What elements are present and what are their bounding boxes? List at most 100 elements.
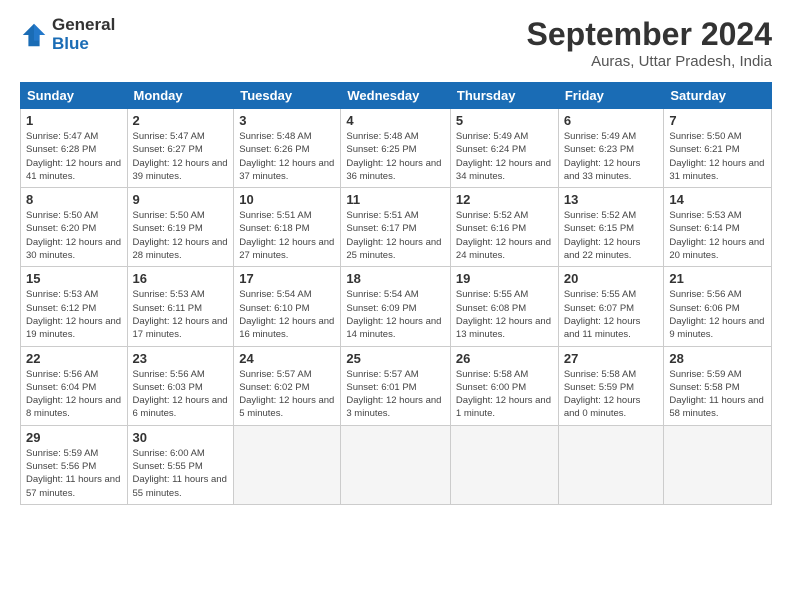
logo-text: General Blue <box>52 16 115 53</box>
calendar-header-sunday: Sunday <box>21 83 128 109</box>
calendar-week-2: 8Sunrise: 5:50 AMSunset: 6:20 PMDaylight… <box>21 188 772 267</box>
calendar-cell-day-5: 5 Sunrise: 5:49 AMSunset: 6:24 PMDaylight… <box>450 109 558 188</box>
day-number: 10 <box>239 192 335 207</box>
day-number: 30 <box>133 430 229 445</box>
cell-info: Sunrise: 5:56 AMSunset: 6:03 PMDaylight:… <box>133 368 229 421</box>
calendar-header-tuesday: Tuesday <box>234 83 341 109</box>
calendar-cell-day-7: 7Sunrise: 5:50 AMSunset: 6:21 PMDaylight… <box>664 109 772 188</box>
calendar-cell-day-13: 13 Sunrise: 5:52 AMSunset: 6:15 PMDayligh… <box>558 188 664 267</box>
calendar-week-3: 15 Sunrise: 5:53 AMSunset: 6:12 PMDayligh… <box>21 267 772 346</box>
calendar-cell-day-24: 24Sunrise: 5:57 AMSunset: 6:02 PMDayligh… <box>234 346 341 425</box>
calendar-cell-day-16: 16Sunrise: 5:53 AMSunset: 6:11 PMDayligh… <box>127 267 234 346</box>
cell-info: Sunrise: 5:51 AMSunset: 6:17 PMDaylight:… <box>346 209 445 262</box>
day-number: 17 <box>239 271 335 286</box>
cell-info: Sunrise: 5:56 AMSunset: 6:04 PMDaylight:… <box>26 368 122 421</box>
day-number: 20 <box>564 271 659 286</box>
day-number: 1 <box>26 113 122 128</box>
day-number: 18 <box>346 271 445 286</box>
cell-info: Sunrise: 5:55 AMSunset: 6:08 PMDaylight:… <box>456 288 553 341</box>
calendar-cell-day-6: 6 Sunrise: 5:49 AMSunset: 6:23 PMDaylight… <box>558 109 664 188</box>
cell-info: Sunrise: 5:53 AMSunset: 6:12 PMDaylight:… <box>26 288 122 341</box>
day-number: 27 <box>564 351 659 366</box>
calendar-cell-day-30: 30 Sunrise: 6:00 AMSunset: 5:55 PMDayligh… <box>127 425 234 504</box>
logo-general: General <box>52 16 115 35</box>
day-number: 23 <box>133 351 229 366</box>
calendar-cell-day-29: 29Sunrise: 5:59 AMSunset: 5:56 PMDayligh… <box>21 425 128 504</box>
cell-info: Sunrise: 5:48 AMSunset: 6:26 PMDaylight:… <box>239 130 335 183</box>
calendar-cell-empty <box>234 425 341 504</box>
day-number: 11 <box>346 192 445 207</box>
calendar-cell-empty <box>341 425 451 504</box>
calendar-cell-day-28: 28 Sunrise: 5:59 AMSunset: 5:58 PMDayligh… <box>664 346 772 425</box>
day-number: 5 <box>456 113 553 128</box>
day-number: 12 <box>456 192 553 207</box>
header: General Blue September 2024 Auras, Uttar… <box>20 16 772 70</box>
calendar-header-row: SundayMondayTuesdayWednesdayThursdayFrid… <box>21 83 772 109</box>
cell-info: Sunrise: 5:54 AMSunset: 6:09 PMDaylight:… <box>346 288 445 341</box>
cell-info: Sunrise: 5:47 AMSunset: 6:27 PMDaylight:… <box>133 130 229 183</box>
title-area: September 2024 Auras, Uttar Pradesh, Ind… <box>527 16 772 70</box>
logo-icon <box>20 21 48 49</box>
cell-info: Sunrise: 5:47 AMSunset: 6:28 PMDaylight:… <box>26 130 122 183</box>
day-number: 26 <box>456 351 553 366</box>
calendar-week-4: 22 Sunrise: 5:56 AMSunset: 6:04 PMDayligh… <box>21 346 772 425</box>
cell-info: Sunrise: 5:56 AMSunset: 6:06 PMDaylight:… <box>669 288 766 341</box>
location: Auras, Uttar Pradesh, India <box>527 53 772 70</box>
day-number: 22 <box>26 351 122 366</box>
calendar-header-wednesday: Wednesday <box>341 83 451 109</box>
calendar-cell-day-10: 10 Sunrise: 5:51 AMSunset: 6:18 PMDayligh… <box>234 188 341 267</box>
day-number: 9 <box>133 192 229 207</box>
cell-info: Sunrise: 5:48 AMSunset: 6:25 PMDaylight:… <box>346 130 445 183</box>
calendar-header-friday: Friday <box>558 83 664 109</box>
calendar-week-5: 29Sunrise: 5:59 AMSunset: 5:56 PMDayligh… <box>21 425 772 504</box>
cell-info: Sunrise: 5:58 AMSunset: 5:59 PMDaylight:… <box>564 368 659 421</box>
calendar-cell-empty <box>664 425 772 504</box>
cell-info: Sunrise: 5:51 AMSunset: 6:18 PMDaylight:… <box>239 209 335 262</box>
calendar-cell-day-17: 17 Sunrise: 5:54 AMSunset: 6:10 PMDayligh… <box>234 267 341 346</box>
calendar-cell-day-20: 20Sunrise: 5:55 AMSunset: 6:07 PMDayligh… <box>558 267 664 346</box>
cell-info: Sunrise: 5:52 AMSunset: 6:15 PMDaylight:… <box>564 209 659 262</box>
cell-info: Sunrise: 5:50 AMSunset: 6:19 PMDaylight:… <box>133 209 229 262</box>
calendar-cell-day-9: 9 Sunrise: 5:50 AMSunset: 6:19 PMDaylight… <box>127 188 234 267</box>
logo: General Blue <box>20 16 115 53</box>
day-number: 14 <box>669 192 766 207</box>
cell-info: Sunrise: 5:59 AMSunset: 5:56 PMDaylight:… <box>26 447 122 500</box>
calendar-cell-day-25: 25 Sunrise: 5:57 AMSunset: 6:01 PMDayligh… <box>341 346 451 425</box>
calendar-table: SundayMondayTuesdayWednesdayThursdayFrid… <box>20 82 772 505</box>
page: General Blue September 2024 Auras, Uttar… <box>0 0 792 612</box>
cell-info: Sunrise: 5:57 AMSunset: 6:01 PMDaylight:… <box>346 368 445 421</box>
calendar-cell-day-14: 14Sunrise: 5:53 AMSunset: 6:14 PMDayligh… <box>664 188 772 267</box>
day-number: 13 <box>564 192 659 207</box>
calendar-cell-day-15: 15 Sunrise: 5:53 AMSunset: 6:12 PMDayligh… <box>21 267 128 346</box>
calendar-cell-empty <box>558 425 664 504</box>
cell-info: Sunrise: 5:49 AMSunset: 6:24 PMDaylight:… <box>456 130 553 183</box>
day-number: 25 <box>346 351 445 366</box>
calendar-header-monday: Monday <box>127 83 234 109</box>
calendar-cell-day-4: 4 Sunrise: 5:48 AMSunset: 6:25 PMDaylight… <box>341 109 451 188</box>
calendar-cell-day-12: 12 Sunrise: 5:52 AMSunset: 6:16 PMDayligh… <box>450 188 558 267</box>
cell-info: Sunrise: 5:59 AMSunset: 5:58 PMDaylight:… <box>669 368 766 421</box>
calendar-cell-day-23: 23 Sunrise: 5:56 AMSunset: 6:03 PMDayligh… <box>127 346 234 425</box>
cell-info: Sunrise: 5:58 AMSunset: 6:00 PMDaylight:… <box>456 368 553 421</box>
calendar-header-saturday: Saturday <box>664 83 772 109</box>
day-number: 28 <box>669 351 766 366</box>
month-title: September 2024 <box>527 16 772 53</box>
calendar-cell-day-26: 26 Sunrise: 5:58 AMSunset: 6:00 PMDayligh… <box>450 346 558 425</box>
day-number: 15 <box>26 271 122 286</box>
cell-info: Sunrise: 5:53 AMSunset: 6:11 PMDaylight:… <box>133 288 229 341</box>
calendar-cell-day-3: 3 Sunrise: 5:48 AMSunset: 6:26 PMDaylight… <box>234 109 341 188</box>
cell-info: Sunrise: 5:52 AMSunset: 6:16 PMDaylight:… <box>456 209 553 262</box>
calendar-cell-day-19: 19Sunrise: 5:55 AMSunset: 6:08 PMDayligh… <box>450 267 558 346</box>
calendar-cell-day-22: 22 Sunrise: 5:56 AMSunset: 6:04 PMDayligh… <box>21 346 128 425</box>
calendar-cell-day-11: 11 Sunrise: 5:51 AMSunset: 6:17 PMDayligh… <box>341 188 451 267</box>
day-number: 24 <box>239 351 335 366</box>
day-number: 6 <box>564 113 659 128</box>
day-number: 7 <box>669 113 766 128</box>
cell-info: Sunrise: 5:50 AMSunset: 6:20 PMDaylight:… <box>26 209 122 262</box>
cell-info: Sunrise: 5:54 AMSunset: 6:10 PMDaylight:… <box>239 288 335 341</box>
day-number: 3 <box>239 113 335 128</box>
day-number: 4 <box>346 113 445 128</box>
cell-info: Sunrise: 6:00 AMSunset: 5:55 PMDaylight:… <box>133 447 229 500</box>
cell-info: Sunrise: 5:49 AMSunset: 6:23 PMDaylight:… <box>564 130 659 183</box>
calendar-week-1: 1 Sunrise: 5:47 AMSunset: 6:28 PMDaylight… <box>21 109 772 188</box>
